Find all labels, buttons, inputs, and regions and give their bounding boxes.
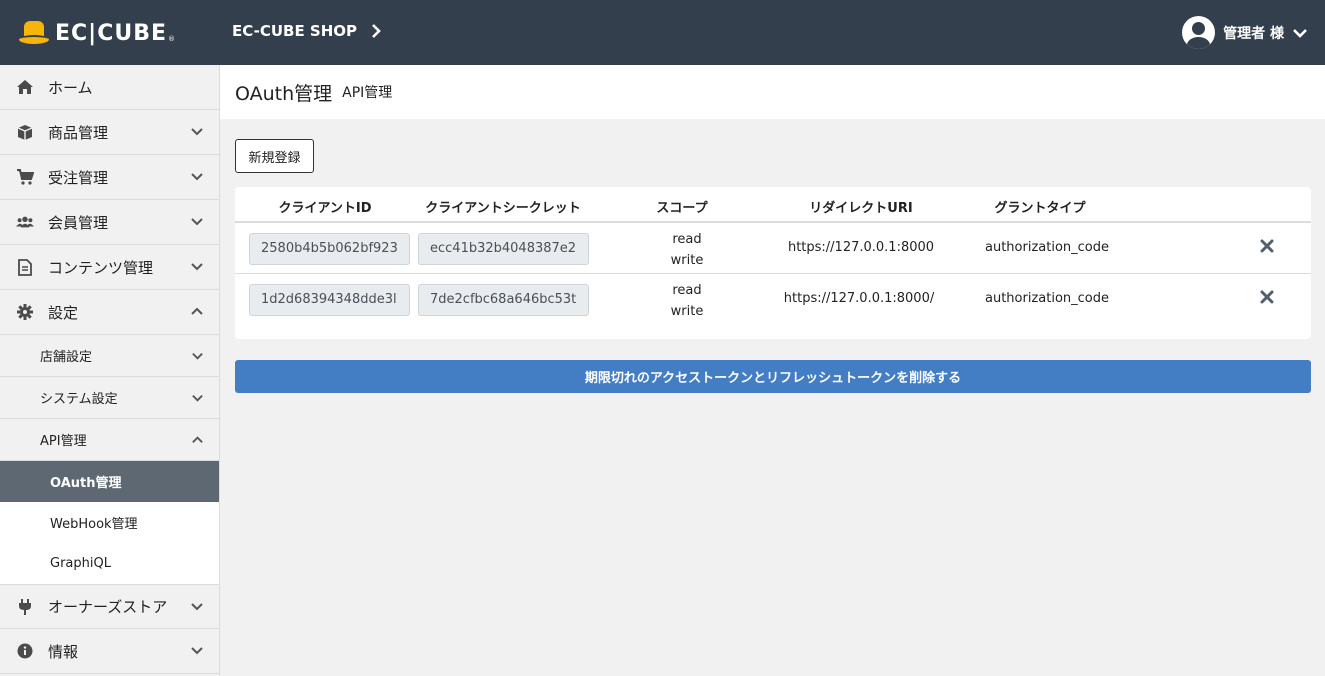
- client-id-field[interactable]: 2580b4b5b062bf923: [249, 233, 410, 265]
- scope-cell: read write: [667, 280, 707, 322]
- sidebar-item-label: API管理: [40, 434, 87, 449]
- scope-read: read: [672, 232, 702, 247]
- close-icon[interactable]: [1259, 289, 1275, 305]
- sidebar-item-label: OAuth管理: [50, 476, 122, 491]
- sidebar-item-label: WebHook管理: [50, 517, 138, 532]
- sidebar-item-label: コンテンツ管理: [48, 258, 154, 277]
- sidebar-item-system-settings[interactable]: システム設定: [0, 377, 219, 419]
- sidebar-item-info[interactable]: 情報: [0, 629, 219, 674]
- chevron-down-icon: [191, 263, 203, 271]
- close-icon[interactable]: [1259, 238, 1275, 254]
- sidebar-item-oauth[interactable]: OAuth管理: [0, 461, 219, 502]
- column-header-scope: スコープ: [656, 201, 708, 216]
- chevron-up-icon: [191, 307, 203, 315]
- chevron-down-icon: [191, 173, 203, 181]
- client-secret-field[interactable]: ecc41b32b4048387e2: [418, 233, 589, 265]
- client-secret-field[interactable]: 7de2cfbc68a646bc53t: [418, 284, 589, 316]
- sidebar-item-webhook[interactable]: WebHook管理: [0, 502, 219, 543]
- shop-link[interactable]: EC-CUBE SHOP: [232, 22, 381, 40]
- chevron-down-icon: [191, 647, 203, 655]
- oauth-clients-table: クライアントID クライアントシークレット スコープ リダイレクトURI グラン…: [235, 187, 1311, 339]
- sidebar-item-owners-store[interactable]: オーナーズストア: [0, 584, 219, 629]
- sidebar-item-orders[interactable]: 受注管理: [0, 155, 219, 200]
- cart-icon: [16, 168, 34, 186]
- table-row: 1d2d68394348dde3l 7de2cfbc68a646bc53t re…: [235, 274, 1311, 325]
- logo-registered-mark: ®: [168, 35, 176, 43]
- scope-write: write: [670, 253, 704, 268]
- page-header: OAuth管理 API管理: [220, 65, 1325, 119]
- scope-read: read: [672, 283, 702, 298]
- column-header-client-secret: クライアントシークレット: [425, 201, 581, 216]
- chevron-down-icon: [1293, 28, 1307, 38]
- sidebar-item-label: 商品管理: [48, 123, 109, 142]
- grant-type: authorization_code: [985, 240, 1109, 255]
- sidebar-item-graphiql[interactable]: GraphiQL: [0, 543, 219, 584]
- top-header: EC|CUBE ® EC-CUBE SHOP 管理者 様: [0, 0, 1325, 65]
- sidebar-item-products[interactable]: 商品管理: [0, 110, 219, 155]
- sidebar-item-shop-settings[interactable]: 店舗設定: [0, 335, 219, 377]
- plug-icon: [16, 598, 34, 616]
- sidebar-item-label: 設定: [48, 303, 79, 322]
- table-row: 2580b4b5b062bf923 ecc41b32b4048387e2 rea…: [235, 223, 1311, 274]
- ec-cube-logo[interactable]: EC|CUBE ®: [19, 18, 175, 48]
- logo-text: EC|CUBE: [55, 20, 168, 46]
- sidebar-item-label: システム設定: [40, 392, 118, 407]
- scope-write: write: [670, 304, 704, 319]
- sidebar-item-settings[interactable]: 設定: [0, 290, 219, 335]
- sidebar-item-contents[interactable]: コンテンツ管理: [0, 245, 219, 290]
- user-name: 管理者 様: [1223, 25, 1284, 42]
- scope-cell: read write: [667, 229, 707, 271]
- user-avatar-icon: [1182, 16, 1216, 49]
- page-subtitle: API管理: [342, 85, 393, 101]
- gear-icon: [16, 303, 34, 321]
- sidebar-item-api[interactable]: API管理: [0, 419, 219, 461]
- hat-logo-icon: [19, 19, 49, 47]
- chevron-down-icon: [192, 394, 203, 402]
- sidebar-item-label: 店舗設定: [40, 350, 93, 365]
- sidebar-item-members[interactable]: 会員管理: [0, 200, 219, 245]
- sidebar-item-label: GraphiQL: [50, 556, 111, 571]
- page-title: OAuth管理: [235, 82, 333, 105]
- purge-expired-tokens-button[interactable]: 期限切れのアクセストークンとリフレッシュトークンを削除する: [235, 360, 1311, 393]
- chevron-up-icon: [192, 436, 203, 443]
- box-icon: [16, 123, 34, 141]
- sidebar-item-label: オーナーズストア: [48, 598, 168, 616]
- redirect-uri: https://127.0.0.1:8000/: [783, 291, 935, 306]
- sidebar-item-label: ホーム: [48, 78, 93, 97]
- sidebar-item-home[interactable]: ホーム: [0, 65, 219, 110]
- column-header-redirect-uri: リダイレクトURI: [809, 201, 913, 216]
- chevron-down-icon: [192, 352, 203, 360]
- home-icon: [16, 78, 34, 96]
- shop-name: EC-CUBE SHOP: [232, 22, 358, 40]
- grant-type: authorization_code: [985, 291, 1109, 306]
- chevron-down-icon: [191, 603, 203, 611]
- redirect-uri: https://127.0.0.1:8000: [787, 240, 935, 255]
- info-icon: [16, 642, 34, 660]
- file-icon: [16, 258, 34, 276]
- chevron-down-icon: [191, 218, 203, 226]
- user-menu[interactable]: 管理者 様: [1182, 16, 1308, 49]
- table-header: クライアントID クライアントシークレット スコープ リダイレクトURI グラン…: [235, 187, 1311, 223]
- sidebar-item-label: 会員管理: [48, 213, 109, 232]
- sidebar-item-label: 情報: [48, 642, 79, 661]
- new-registration-button[interactable]: 新規登録: [235, 139, 314, 173]
- sidebar-item-label: 受注管理: [48, 168, 109, 187]
- sidebar: ホーム 商品管理 受注管理 会員管理 コンテンツ管理 設定 店舗設定 システム設…: [0, 65, 220, 676]
- client-id-field[interactable]: 1d2d68394348dde3l: [249, 284, 410, 316]
- column-header-client-id: クライアントID: [278, 201, 372, 216]
- column-header-grant-type: グラントタイプ: [994, 201, 1086, 216]
- chevron-down-icon: [191, 128, 203, 136]
- users-icon: [16, 213, 34, 231]
- chevron-right-icon: [372, 24, 381, 38]
